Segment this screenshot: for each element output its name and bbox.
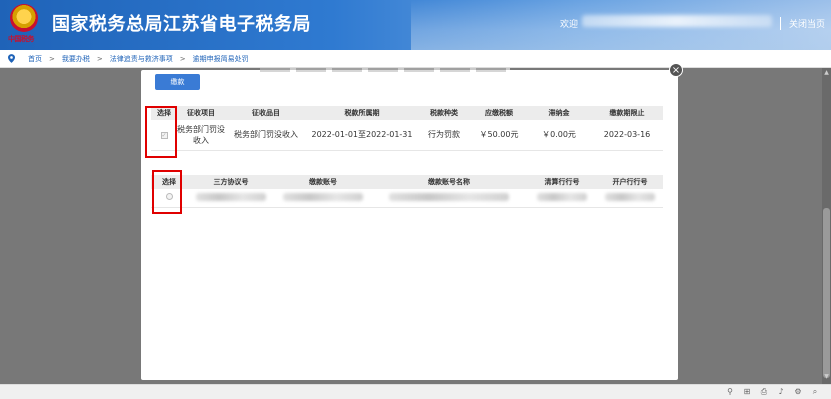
site-header: 中国税务 国家税务总局江苏省电子税务局 欢迎 关闭当页 bbox=[0, 0, 831, 50]
account-table: 选择 三方协议号 缴款账号 缴款账号名称 清算行行号 开户行行号 bbox=[151, 175, 663, 208]
table-row: ✓ 税务部门罚没收入 税务部门罚没收入 2022-01-01至2022-01-3… bbox=[151, 120, 663, 151]
close-icon[interactable]: × bbox=[669, 63, 683, 77]
settings-icon[interactable]: ⚙ bbox=[792, 387, 804, 396]
col-tax-period: 税款所属期 bbox=[307, 106, 417, 120]
highlight-box-select-account bbox=[152, 170, 182, 214]
user-name-redacted bbox=[582, 15, 772, 27]
levy-category-cell: 税务部门罚没收入 bbox=[225, 120, 307, 151]
breadcrumb-home[interactable]: 首页 bbox=[28, 54, 42, 64]
page-scrollbar[interactable]: ▲ ▼ bbox=[822, 68, 831, 384]
redacted-value bbox=[537, 192, 587, 201]
col-clearing-bank: 清算行行号 bbox=[527, 175, 597, 189]
tax-period-cell: 2022-01-01至2022-01-31 bbox=[307, 120, 417, 151]
col-late-fee: 滞纳金 bbox=[527, 106, 591, 120]
site-title: 国家税务总局江苏省电子税务局 bbox=[52, 14, 311, 34]
close-page-link[interactable]: 关闭当页 bbox=[780, 17, 825, 30]
tax-item-table: 选择 征收项目 征收品目 税款所属期 税款种类 应缴税额 滞纳金 缴款期限止 ✓… bbox=[151, 106, 663, 151]
col-opening-bank: 开户行行号 bbox=[597, 175, 663, 189]
redacted-value bbox=[605, 192, 655, 201]
pay-button[interactable]: 缴款 bbox=[155, 74, 200, 90]
agreement-no-cell bbox=[187, 189, 275, 208]
location-pin-icon bbox=[8, 54, 15, 63]
search-icon[interactable]: ⌕ bbox=[809, 387, 821, 397]
highlight-box-select-tax bbox=[145, 106, 177, 158]
breadcrumb-tax-service[interactable]: 我要办税 bbox=[62, 54, 90, 64]
breadcrumb-separator: > bbox=[96, 54, 103, 63]
clearing-bank-cell bbox=[527, 189, 597, 208]
late-fee-cell: ￥0.00元 bbox=[527, 120, 591, 151]
breadcrumb-late-filing-penalty[interactable]: 逾期申报简易处罚 bbox=[193, 54, 249, 64]
pin-icon[interactable]: ⚲ bbox=[724, 387, 736, 396]
redacted-value bbox=[283, 192, 363, 201]
tax-emblem-icon bbox=[10, 4, 38, 32]
breadcrumb: 首页 > 我要办税 > 法律追责与救济事项 > 逾期申报简易处罚 bbox=[0, 50, 831, 68]
tax-type-cell: 行为罚款 bbox=[417, 120, 471, 151]
due-date-cell: 2022-03-16 bbox=[591, 120, 663, 151]
bottom-toolbar: ⚲ ⊞ ⎙ ♪ ⚙ ⌕ bbox=[0, 384, 831, 399]
scroll-down-icon[interactable]: ▼ bbox=[823, 374, 830, 380]
redacted-value bbox=[389, 192, 509, 201]
redacted-value bbox=[196, 192, 266, 201]
col-account-no: 缴款账号 bbox=[275, 175, 371, 189]
col-tax-due: 应缴税额 bbox=[471, 106, 527, 120]
breadcrumb-legal-relief[interactable]: 法律追责与救济事项 bbox=[110, 54, 173, 64]
print-icon[interactable]: ⎙ bbox=[758, 387, 770, 397]
tax-due-cell: ￥50.00元 bbox=[471, 120, 527, 151]
col-due-date: 缴款期限止 bbox=[591, 106, 663, 120]
scroll-up-icon[interactable]: ▲ bbox=[823, 70, 830, 76]
speaker-icon[interactable]: ♪ bbox=[775, 387, 787, 396]
col-account-name: 缴款账号名称 bbox=[371, 175, 527, 189]
account-no-cell bbox=[275, 189, 371, 208]
col-levy-category: 征收品目 bbox=[225, 106, 307, 120]
levy-item-cell: 税务部门罚没收入 bbox=[177, 120, 225, 151]
table-row bbox=[151, 189, 663, 208]
account-name-cell bbox=[371, 189, 527, 208]
opening-bank-cell bbox=[597, 189, 663, 208]
col-levy-item: 征收项目 bbox=[177, 106, 225, 120]
breadcrumb-separator: > bbox=[49, 54, 55, 63]
breadcrumb-separator: > bbox=[179, 54, 186, 63]
grid-icon[interactable]: ⊞ bbox=[741, 387, 753, 396]
scroll-thumb[interactable] bbox=[823, 208, 830, 378]
dialog-hidden-text bbox=[260, 68, 510, 72]
welcome-text: 欢迎 bbox=[560, 20, 579, 30]
col-tax-type: 税款种类 bbox=[417, 106, 471, 120]
col-agreement-no: 三方协议号 bbox=[187, 175, 275, 189]
emblem-text: 中国税务 bbox=[8, 34, 35, 43]
